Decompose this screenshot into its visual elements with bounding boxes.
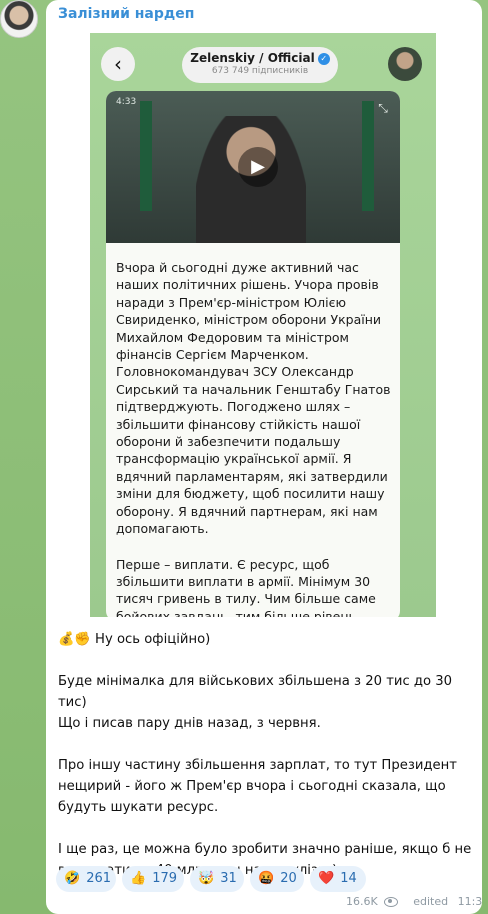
post-paragraph: Вчора й сьогодні дуже активний час наших… (116, 260, 391, 537)
laugh-icon: 🤣 (64, 871, 81, 886)
channel-name[interactable]: Залізний нардеп (58, 6, 194, 22)
profile-name: Zelenskiy / Official ✓ (182, 51, 338, 65)
flag-decoration (140, 101, 152, 211)
flag-decoration (362, 101, 374, 211)
caption-line: Буде мінімалка для військових збільшена … (58, 674, 453, 710)
expand-icon: ⤡ (378, 101, 388, 115)
play-icon: ▶ (238, 147, 278, 187)
mind-blown-icon: 🤯 (198, 871, 215, 886)
thumbs-up-icon: 👍 (130, 871, 147, 886)
heart-icon: ❤️ (318, 871, 335, 886)
channel-avatar[interactable] (0, 0, 38, 38)
reaction-count: 179 (152, 871, 178, 886)
reaction-thumbs-up[interactable]: 👍 179 (122, 866, 184, 892)
video-timecode: 4:33 (116, 97, 137, 107)
message-time: 11:30 (457, 895, 482, 908)
reaction-laugh[interactable]: 🤣 261 (56, 866, 116, 892)
profile-avatar (388, 47, 422, 81)
message-bubble: Залізний нардеп ‹ Zelenskiy / Official ✓ … (46, 0, 482, 914)
message-caption: 💰✊ Ну ось офіційно) Буде мінімалка для в… (58, 629, 478, 881)
back-arrow-icon: ‹ (101, 47, 135, 81)
post-card: 4:33 ▶ ⤡ Вчора й сьогодні дуже активний … (106, 91, 400, 617)
video-thumbnail: 4:33 ▶ ⤡ (106, 91, 400, 243)
reaction-count: 31 (220, 871, 237, 886)
reaction-angry[interactable]: 🤬 20 (250, 866, 304, 892)
message-image[interactable]: ‹ Zelenskiy / Official ✓ 673 749 підписни… (90, 33, 436, 617)
profile-chip: Zelenskiy / Official ✓ 673 749 підписникі… (182, 47, 338, 83)
caption-line: Що і писав пару днів назад, з червня. (58, 716, 321, 731)
caption-line: 💰✊ Ну ось офіційно) (58, 632, 211, 647)
edited-label: edited (413, 895, 449, 908)
reaction-heart[interactable]: ❤️ 14 (310, 866, 366, 892)
message-meta: 16.6K edited 11:30 (346, 895, 482, 908)
angry-icon: 🤬 (258, 871, 275, 886)
verified-icon: ✓ (317, 52, 330, 65)
subscriber-count: 673 749 підписників (211, 66, 309, 76)
eye-icon (383, 897, 398, 907)
caption-line: Про іншу частину збільшення зарплат, то … (58, 758, 457, 815)
reaction-mind-blown[interactable]: 🤯 31 (190, 866, 244, 892)
post-text: Вчора й сьогодні дуже активний час наших… (116, 259, 392, 617)
view-count: 16.6K (346, 895, 378, 908)
post-paragraph: Перше – виплати. Є ресурс, щоб збільшити… (116, 556, 376, 618)
reaction-count: 261 (86, 871, 112, 886)
reaction-count: 14 (340, 871, 357, 886)
reaction-count: 20 (280, 871, 297, 886)
